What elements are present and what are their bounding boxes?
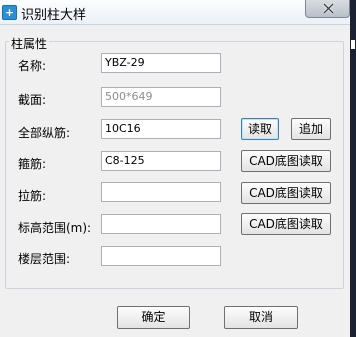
window-edge [350, 0, 356, 337]
section-label: 截面: [18, 93, 47, 107]
cad-read-elevation-button[interactable]: CAD底图读取 [241, 213, 331, 235]
all-longitudinal-field[interactable]: 10C16 [101, 119, 221, 139]
floor-range-label: 楼层范围: [18, 252, 71, 266]
cad-read-stirrup-button[interactable]: CAD底图读取 [241, 150, 331, 172]
append-button[interactable]: 追加 [291, 118, 331, 140]
elevation-range-field[interactable] [101, 214, 221, 234]
cad-read-tie-button[interactable]: CAD底图读取 [241, 182, 331, 204]
tie-field[interactable] [101, 182, 221, 202]
elevation-range-label: 标高范围(m): [18, 221, 92, 235]
all-longitudinal-label: 全部纵筋: [18, 126, 71, 140]
title-bar[interactable]: + 识别柱大样 [0, 0, 356, 25]
ok-button[interactable]: 确定 [117, 306, 190, 329]
read-button[interactable]: 读取 [241, 118, 279, 140]
window-edge-accent [351, 40, 355, 49]
tie-label: 拉筋: [18, 189, 47, 203]
name-label: 名称: [18, 59, 47, 73]
stirrup-field[interactable]: C8-125 [101, 151, 221, 171]
floor-range-field[interactable] [101, 246, 221, 266]
name-field[interactable]: YBZ-29 [101, 53, 221, 73]
close-icon [323, 3, 334, 14]
window-title: 识别柱大样 [21, 8, 87, 23]
app-icon: + [2, 5, 17, 20]
group-title: 柱属性 [9, 35, 50, 52]
stirrup-label: 箍筋: [18, 157, 47, 171]
close-button[interactable] [305, 0, 350, 18]
footer-divider [0, 292, 350, 293]
section-field: 500*649 [101, 87, 221, 107]
dialog-window: + 识别柱大样 柱属性 名称: YBZ-29 截面: 500*649 全部纵筋:… [0, 0, 356, 337]
cancel-button[interactable]: 取消 [224, 306, 298, 329]
